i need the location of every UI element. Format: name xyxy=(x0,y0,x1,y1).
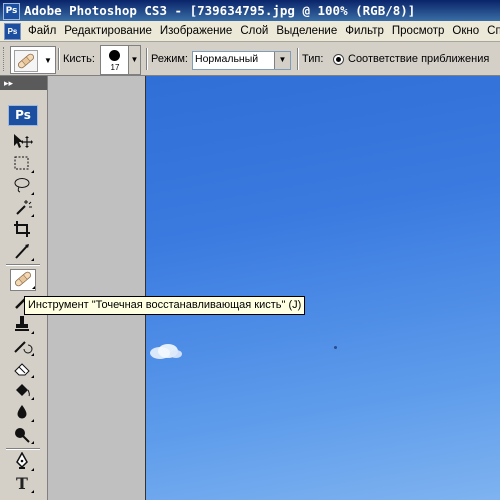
clone-stamp-tool-icon[interactable] xyxy=(10,315,34,335)
options-bar: ▼ Кисть: 17 ▼ Режим: Нормальный ▼ Тип: С… xyxy=(0,42,500,76)
lasso-tool-icon[interactable] xyxy=(10,176,34,196)
type-tool-glyph: T xyxy=(16,474,28,493)
dodge-tool-icon[interactable] xyxy=(10,425,34,445)
type-tool-icon[interactable]: T xyxy=(10,474,34,494)
ps-menu-icon[interactable]: Ps xyxy=(4,23,21,40)
separator xyxy=(297,48,299,70)
bird-speck xyxy=(334,346,337,349)
menu-file[interactable]: Файл xyxy=(24,21,60,41)
title-bar: Ps Adobe Photoshop CS3 - [739634795.jpg … xyxy=(0,0,500,21)
menu-layer[interactable]: Слой xyxy=(236,21,272,41)
brush-size: 17 xyxy=(110,63,120,72)
paint-bucket-tool-icon[interactable] xyxy=(10,381,34,401)
menu-window[interactable]: Окно xyxy=(448,21,483,41)
menu-help[interactable]: Сп xyxy=(483,21,500,41)
chevron-down-icon[interactable]: ▼ xyxy=(274,52,290,69)
separator xyxy=(146,48,148,70)
document-canvas[interactable] xyxy=(145,76,500,500)
crop-tool-icon[interactable] xyxy=(10,220,34,240)
toolbox: ▸▸ Ps T xyxy=(0,76,48,500)
eraser-tool-icon[interactable] xyxy=(10,359,34,379)
move-tool-icon[interactable] xyxy=(10,132,34,152)
double-chevron-icon[interactable]: ▸▸ xyxy=(4,76,13,90)
photoshop-app-icon[interactable]: Ps xyxy=(3,3,20,20)
menu-filter[interactable]: Фильтр xyxy=(341,21,388,41)
tool-preset-picker[interactable]: ▼ xyxy=(10,46,56,74)
tool-tooltip: Инструмент "Точечная восстанавливающая к… xyxy=(24,296,306,315)
magic-wand-tool-icon[interactable] xyxy=(10,198,34,218)
slice-tool-icon[interactable] xyxy=(10,242,34,262)
bandage-icon xyxy=(14,50,38,72)
menu-edit[interactable]: Редактирование xyxy=(60,21,156,41)
proximity-match-radio[interactable] xyxy=(333,54,344,65)
type-label: Тип: xyxy=(302,53,324,65)
brush-tip-icon xyxy=(109,50,120,61)
toolbox-separator xyxy=(6,264,40,266)
brush-picker-dropdown[interactable]: ▼ xyxy=(128,45,141,75)
separator xyxy=(58,48,60,70)
brush-label: Кисть: xyxy=(63,53,95,65)
menu-view[interactable]: Просмотр xyxy=(388,21,449,41)
spot-healing-brush-tool-icon[interactable] xyxy=(10,269,36,291)
mode-value: Нормальный xyxy=(195,53,259,65)
brush-picker[interactable]: 17 xyxy=(100,45,130,75)
cloud-image-detail xyxy=(148,341,184,363)
marquee-tool-icon[interactable] xyxy=(10,154,34,174)
window-title: Adobe Photoshop CS3 - [739634795.jpg @ 1… xyxy=(24,3,416,18)
proximity-match-label[interactable]: Соответствие приближения xyxy=(348,53,489,65)
pen-tool-icon[interactable] xyxy=(10,451,34,472)
menu-select[interactable]: Выделение xyxy=(272,21,341,41)
chevron-down-icon: ▼ xyxy=(130,55,139,64)
options-bar-gripper[interactable] xyxy=(3,47,7,71)
toolbox-header[interactable]: ▸▸ xyxy=(0,76,47,90)
ps-toolbox-logo[interactable]: Ps xyxy=(8,105,38,126)
history-brush-tool-icon[interactable] xyxy=(10,337,34,357)
menu-image[interactable]: Изображение xyxy=(156,21,236,41)
chevron-down-icon: ▼ xyxy=(44,56,52,65)
mode-select[interactable]: Нормальный ▼ xyxy=(192,51,291,70)
toolbox-separator xyxy=(6,448,40,450)
blur-tool-icon[interactable] xyxy=(10,403,34,423)
mode-label: Режим: xyxy=(151,53,188,65)
menu-bar: Ps Файл Редактирование Изображение Слой … xyxy=(0,21,500,42)
